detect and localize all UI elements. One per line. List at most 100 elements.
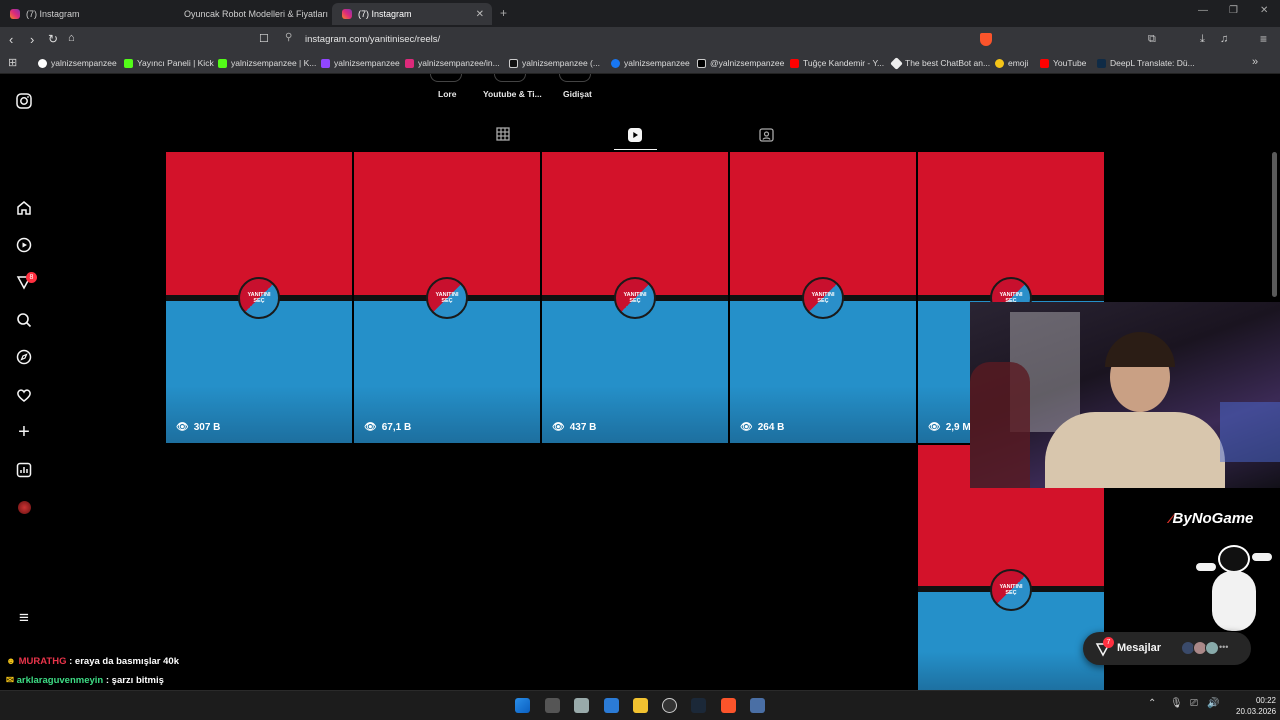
person-body-shape (1045, 412, 1225, 488)
light-shape (1220, 402, 1280, 462)
reload-button[interactable]: ↻ (48, 32, 58, 46)
app-icon[interactable] (662, 698, 677, 713)
bookmark-item[interactable]: The best ChatBot an... (890, 56, 990, 70)
logo-text: SEÇ (253, 298, 265, 304)
search-icon[interactable] (15, 311, 33, 329)
page-scrollbar[interactable] (1272, 152, 1277, 297)
microphone-icon[interactable]: 🎙 (1170, 698, 1183, 709)
browser-tab-1[interactable]: (7) Instagram (0, 3, 168, 25)
bookmark-item[interactable]: yalnizsempanzee (611, 58, 690, 68)
yanitini-sec-logo: YANITINI SEÇ (802, 277, 844, 319)
clock-time: 00:22 (1255, 696, 1276, 705)
tab-tagged-icon[interactable] (759, 127, 775, 143)
chat-text: : şarzı bitmiş (105, 675, 164, 686)
url-field[interactable]: instagram.com/yanitinisec/reels/ (305, 34, 440, 45)
site-info-icon[interactable]: ⚲ (285, 32, 292, 43)
reel-tile[interactable]: YANITINI SEÇ 👁 264 B (730, 152, 916, 443)
new-tab-button[interactable]: + (500, 6, 507, 20)
close-tab-icon[interactable]: ✕ (476, 9, 484, 20)
volume-icon[interactable]: 🔊 (1207, 698, 1219, 709)
bookmark-item[interactable]: Tuğçe Kandemir - Y... (790, 58, 884, 68)
google-icon (38, 58, 47, 68)
tab-label: (7) Instagram (26, 9, 80, 19)
download-icon[interactable]: ⤓ (1200, 33, 1205, 46)
more-menu-icon[interactable]: ≡ (15, 608, 33, 627)
heart-icon[interactable] (15, 386, 33, 404)
brave-icon[interactable] (721, 698, 736, 713)
bookmark-label: YouTube (1053, 58, 1087, 68)
back-button[interactable]: ‹ (9, 32, 13, 47)
steam-icon[interactable] (691, 698, 706, 713)
explore-icon[interactable] (15, 348, 33, 366)
windows-start-icon[interactable] (515, 698, 530, 713)
apps-grid-icon[interactable]: ⊞ (8, 56, 17, 69)
bookmark-item[interactable]: yalnizsempanzee | K... (218, 58, 316, 68)
close-window-button[interactable]: ✕ (1260, 5, 1268, 16)
bookmark-item[interactable]: @yalnizsempanzee (697, 58, 784, 68)
highlight-label-lore[interactable]: Lore (438, 89, 456, 99)
eye-icon: 👁 (552, 422, 565, 433)
create-plus-icon[interactable]: + (15, 421, 33, 443)
person-hair-shape (1105, 332, 1175, 367)
tray-chevron-icon[interactable]: ⌃ (1148, 698, 1156, 709)
dashboard-icon[interactable] (15, 461, 33, 479)
reel-tile[interactable]: YANITINI SEÇ 👁 67,1 B (354, 152, 540, 443)
bookmark-item[interactable]: yalnizsempanzee (38, 58, 117, 68)
clock[interactable]: 00:22 20.03.2026 (1236, 695, 1276, 717)
reel-tile[interactable]: YANITINI SEÇ 👁 307 B (166, 152, 352, 443)
reel-thumbnail-red (542, 152, 728, 295)
bookmark-item[interactable]: DeepL Translate: Dü... (1097, 58, 1195, 68)
yanitini-sec-logo: YANITINI SEÇ (426, 277, 468, 319)
extensions-icon[interactable]: ⧉ (1148, 33, 1156, 46)
highlight-circle[interactable] (430, 74, 462, 82)
chat-text: : eraya da basmışlar 40k (69, 656, 179, 667)
more-bookmarks-icon[interactable]: » (1252, 56, 1258, 68)
chatbot-icon (890, 56, 903, 70)
chat-message: ☻ MURATHG : eraya da basmışlar 40k (6, 656, 179, 667)
network-icon[interactable]: ⎚ (1190, 698, 1198, 709)
minimize-window-button[interactable]: — (1198, 5, 1208, 16)
notification-badge: 8 (26, 272, 37, 283)
messages-button[interactable]: 7 Mesajlar ••• (1083, 632, 1251, 665)
browser-tab-2[interactable]: Oyuncak Robot Modelleri & Fiyatları (168, 3, 328, 25)
tab-posts-grid-icon[interactable] (496, 127, 512, 143)
bookmark-icon[interactable]: ☐ (259, 32, 269, 45)
highlight-circle[interactable] (494, 74, 526, 82)
app-icon[interactable] (750, 698, 765, 713)
facebook-icon (611, 58, 620, 68)
highlight-circle[interactable] (559, 74, 591, 82)
deepl-icon (1097, 58, 1106, 68)
bookmark-item[interactable]: Yayıncı Paneli | Kick (124, 58, 214, 68)
file-explorer-icon[interactable] (633, 698, 648, 713)
tab-reels-icon[interactable] (627, 127, 643, 143)
reel-thumbnail-red (166, 152, 352, 295)
menu-icon[interactable]: ≡ (1260, 32, 1267, 46)
cat-body-shape (1212, 571, 1256, 631)
profile-avatar[interactable] (18, 501, 31, 514)
photos-icon[interactable] (604, 698, 619, 713)
music-icon[interactable]: ♫ (1220, 33, 1228, 45)
home-icon[interactable] (15, 199, 33, 217)
restore-window-button[interactable]: ❐ (1229, 5, 1238, 16)
instagram-logo-icon[interactable] (15, 92, 33, 110)
bookmark-label: yalnizsempanzee (334, 58, 400, 68)
address-bar-row: ‹ › ↻ ⌂ ☐ ⚲ instagram.com/yanitinisec/re… (0, 27, 1280, 53)
view-count: 👁 264 B (740, 422, 784, 433)
highlight-label-youtube[interactable]: Youtube & Ti... (483, 89, 542, 99)
bookmark-item[interactable]: yalnizsempanzee (... (509, 58, 600, 68)
browser-tab-3-active[interactable]: (7) Instagram ✕ (332, 3, 492, 25)
reels-icon[interactable] (15, 236, 33, 254)
reel-tile[interactable]: YANITINI SEÇ 👁 437 B (542, 152, 728, 443)
app-icon[interactable] (574, 698, 589, 713)
forward-button[interactable]: › (30, 32, 34, 47)
view-count: 👁 67,1 B (364, 422, 411, 433)
bookmark-item[interactable]: YouTube (1040, 58, 1086, 68)
highlight-label-gidisat[interactable]: Gidişat (563, 89, 592, 99)
bookmark-item[interactable]: yalnizsempanzee (321, 58, 400, 68)
kick-icon (218, 58, 227, 68)
bookmark-item[interactable]: yalnizsempanzee/in... (405, 58, 500, 68)
bookmark-item[interactable]: emoji (995, 58, 1028, 68)
brave-shield-icon[interactable] (980, 33, 992, 46)
task-view-icon[interactable] (545, 698, 560, 713)
home-button[interactable]: ⌂ (68, 32, 75, 44)
